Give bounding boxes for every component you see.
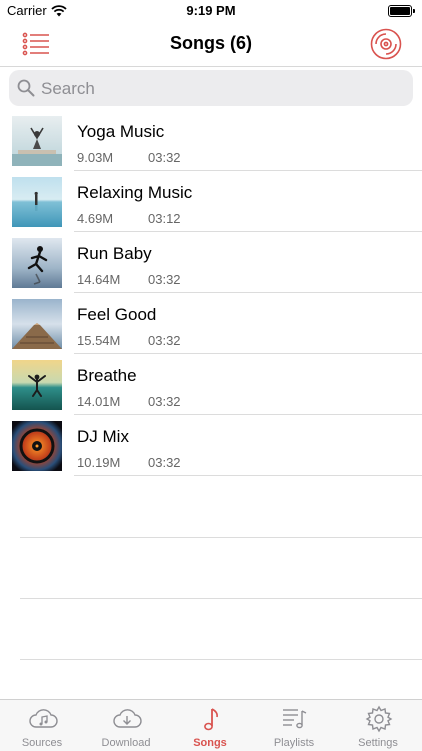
tab-label: Sources: [21, 737, 63, 749]
song-size: 4.69M: [77, 211, 114, 226]
song-duration: 03:32: [148, 272, 181, 287]
song-duration: 03:32: [148, 455, 181, 470]
song-size: 10.19M: [77, 455, 121, 470]
song-title: Breathe: [77, 366, 137, 385]
search-input[interactable]: [39, 70, 403, 108]
empty-row-separator: [20, 537, 422, 538]
song-duration: 03:12: [148, 211, 181, 226]
nav-bar: Songs (6): [0, 22, 422, 67]
song-title: DJ Mix: [77, 427, 129, 446]
page-title: Songs (6): [169, 33, 252, 53]
tab-label: Songs: [193, 737, 227, 749]
empty-row-separator: [20, 598, 422, 599]
song-row-feel-good[interactable]: Feel Good 15.54M 03:32: [0, 293, 422, 354]
album-thumbnail: [12, 360, 62, 410]
song-duration: 03:32: [148, 394, 181, 409]
empty-row-separator: [20, 659, 422, 660]
song-duration: 03:32: [148, 333, 181, 348]
status-time: 9:19 PM: [186, 3, 236, 18]
song-row-relaxing-music[interactable]: Relaxing Music 4.69M 03:12: [0, 171, 422, 232]
cloud-music-icon: [29, 709, 58, 728]
song-title: Run Baby: [77, 244, 152, 263]
row-separator: [74, 475, 422, 476]
gear-icon: [365, 705, 393, 733]
song-row-run-baby[interactable]: Run Baby 14.64M 03:32: [0, 232, 422, 293]
tab-download[interactable]: Download: [84, 700, 168, 751]
search-bar[interactable]: [9, 70, 413, 108]
tab-label: Download: [101, 737, 151, 749]
song-title: Yoga Music: [77, 122, 165, 141]
song-size: 15.54M: [77, 333, 121, 348]
album-thumbnail: [12, 299, 62, 349]
album-thumbnail: [12, 238, 62, 288]
tab-sources[interactable]: Sources: [0, 700, 84, 751]
album-thumbnail: [12, 421, 62, 471]
song-size: 14.64M: [77, 272, 121, 287]
album-thumbnail: [12, 116, 62, 166]
album-thumbnail: [12, 177, 62, 227]
tab-label: Playlists: [273, 737, 315, 749]
tab-bar: Sources Download Songs Playlists Setting…: [0, 699, 422, 751]
song-title: Relaxing Music: [77, 183, 193, 202]
song-title: Feel Good: [77, 305, 157, 324]
music-note-icon: [204, 708, 218, 731]
song-row-dj-mix[interactable]: DJ Mix 10.19M 03:32: [0, 415, 422, 476]
now-playing-button[interactable]: [370, 28, 402, 60]
battery-icon: [388, 5, 415, 17]
status-bar: Carrier 9:19 PM: [0, 0, 422, 22]
tab-playlists[interactable]: Playlists: [252, 700, 336, 751]
tab-songs[interactable]: Songs: [168, 700, 252, 751]
vinyl-disc-icon: [370, 28, 402, 60]
search-icon: [17, 79, 35, 97]
song-size: 14.01M: [77, 394, 121, 409]
song-row-yoga-music[interactable]: Yoga Music 9.03M 03:32: [0, 110, 422, 171]
song-duration: 03:32: [148, 150, 181, 165]
tab-settings[interactable]: Settings: [336, 700, 420, 751]
song-row-breathe[interactable]: Breathe 14.01M 03:32: [0, 354, 422, 415]
song-size: 9.03M: [77, 150, 114, 165]
cloud-download-icon: [113, 709, 142, 728]
tab-label: Settings: [358, 737, 398, 749]
playlist-icon: [283, 709, 307, 729]
song-list: Yoga Music 9.03M 03:32 Relaxing Music 4.…: [0, 110, 422, 476]
